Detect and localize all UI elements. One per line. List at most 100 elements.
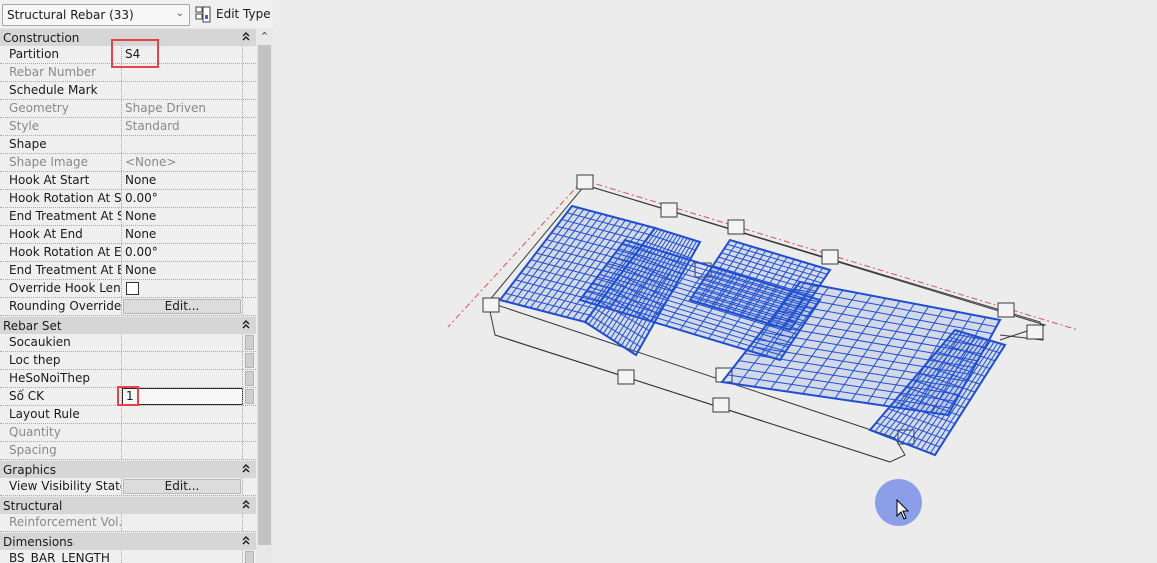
edit-type-button[interactable]: Edit Type bbox=[195, 3, 271, 25]
property-row[interactable]: Quantity bbox=[0, 424, 256, 442]
property-row[interactable]: Hook At Start None bbox=[0, 172, 256, 190]
property-row[interactable]: Override Hook Len... bbox=[0, 280, 256, 298]
property-row[interactable]: Spacing bbox=[0, 442, 256, 460]
associate-parameter-button[interactable] bbox=[245, 371, 254, 386]
property-row[interactable]: Rounding Overrides Edit... bbox=[0, 298, 256, 316]
property-name: Partition bbox=[0, 46, 122, 63]
property-value[interactable] bbox=[122, 352, 242, 369]
property-row[interactable]: Loc thep bbox=[0, 352, 256, 370]
rebar-3d-model[interactable] bbox=[274, 0, 1157, 563]
row-gutter bbox=[242, 82, 256, 99]
property-value: Shape Driven bbox=[122, 100, 242, 117]
edit-button[interactable]: Edit... bbox=[123, 299, 241, 314]
row-gutter bbox=[242, 442, 256, 459]
group-header-rebar-set[interactable]: Rebar Set bbox=[0, 316, 256, 334]
property-name: Hook Rotation At S... bbox=[0, 190, 122, 207]
property-value[interactable]: None bbox=[122, 208, 242, 225]
row-gutter bbox=[242, 424, 256, 441]
row-gutter bbox=[242, 388, 256, 405]
property-value[interactable]: 0.00° bbox=[122, 244, 242, 261]
property-row[interactable]: Shape Image <None> bbox=[0, 154, 256, 172]
column bbox=[617, 369, 635, 385]
property-value[interactable]: None bbox=[122, 226, 242, 243]
property-value[interactable]: 0.00° bbox=[122, 190, 242, 207]
column bbox=[1026, 324, 1044, 340]
property-value[interactable]: None bbox=[122, 172, 242, 189]
property-row[interactable]: Partition S4 bbox=[0, 39, 256, 68]
edit-button[interactable]: Edit... bbox=[123, 479, 241, 494]
property-value[interactable] bbox=[122, 550, 242, 563]
row-gutter bbox=[242, 244, 256, 261]
property-value[interactable] bbox=[122, 280, 242, 297]
group-header-dimensions[interactable]: Dimensions bbox=[0, 532, 256, 550]
property-name: Layout Rule bbox=[0, 406, 122, 423]
row-gutter bbox=[242, 334, 256, 351]
property-row[interactable]: Hook Rotation At E... 0.00° bbox=[0, 244, 256, 262]
chevron-down-icon: ⌄ bbox=[175, 8, 184, 19]
double-chevron-up-icon[interactable] bbox=[242, 462, 250, 476]
associate-parameter-button[interactable] bbox=[245, 551, 254, 563]
double-chevron-up-icon[interactable] bbox=[242, 498, 250, 512]
property-value[interactable]: 1 bbox=[117, 386, 243, 406]
double-chevron-up-icon[interactable] bbox=[242, 534, 250, 548]
property-row[interactable]: View Visibility States Edit... bbox=[0, 478, 256, 496]
property-row[interactable]: Hook At End None bbox=[0, 226, 256, 244]
double-chevron-up-icon[interactable] bbox=[242, 318, 250, 332]
property-row[interactable]: Geometry Shape Driven bbox=[0, 100, 256, 118]
property-value[interactable]: Edit... bbox=[122, 478, 242, 495]
property-name: Reinforcement Vol... bbox=[0, 514, 122, 531]
property-name: Hook At End bbox=[0, 226, 122, 243]
scroll-up-icon[interactable]: ⌃ bbox=[256, 28, 273, 45]
property-row[interactable]: End Treatment At E...None bbox=[0, 262, 256, 280]
row-gutter bbox=[242, 406, 256, 423]
property-row[interactable]: End Treatment At S...None bbox=[0, 208, 256, 226]
column bbox=[727, 219, 745, 235]
property-value[interactable] bbox=[122, 334, 242, 351]
property-value[interactable]: Edit... bbox=[122, 298, 242, 315]
property-row[interactable]: BS_BAR_LENGTH bbox=[0, 550, 256, 563]
type-selector-dropdown[interactable]: Structural Rebar (33) ⌄ bbox=[2, 4, 190, 26]
property-value[interactable]: S4 bbox=[111, 39, 242, 68]
property-row[interactable]: Reinforcement Vol... bbox=[0, 514, 256, 532]
property-value[interactable] bbox=[122, 82, 242, 99]
property-name: Hook Rotation At E... bbox=[0, 244, 122, 261]
property-row[interactable]: Schedule Mark bbox=[0, 82, 256, 100]
group-title: Rebar Set bbox=[3, 319, 62, 333]
property-row[interactable]: Hook Rotation At S... 0.00° bbox=[0, 190, 256, 208]
property-row[interactable]: Layout Rule bbox=[0, 406, 256, 424]
property-name: Rebar Number bbox=[0, 64, 122, 81]
properties-scrollbar[interactable]: ⌃ bbox=[256, 28, 273, 563]
double-chevron-up-icon[interactable] bbox=[242, 30, 250, 44]
property-value[interactable] bbox=[122, 370, 242, 387]
group-header-structural[interactable]: Structural bbox=[0, 496, 256, 514]
row-gutter bbox=[242, 154, 256, 171]
property-value: <None> bbox=[122, 154, 242, 171]
associate-parameter-button[interactable] bbox=[245, 335, 254, 350]
row-gutter bbox=[242, 478, 256, 495]
property-row[interactable]: Rebar Number bbox=[0, 64, 256, 82]
property-row[interactable]: Style Standard bbox=[0, 118, 256, 136]
property-row[interactable]: Số CK 1 bbox=[0, 386, 256, 406]
property-row[interactable]: Socaukien bbox=[0, 334, 256, 352]
3d-viewport[interactable] bbox=[274, 0, 1157, 563]
row-gutter bbox=[242, 64, 256, 81]
associate-parameter-button[interactable] bbox=[245, 353, 254, 368]
override-hook-checkbox[interactable] bbox=[126, 282, 139, 295]
row-gutter bbox=[242, 352, 256, 369]
value-text: Shape Driven bbox=[125, 101, 206, 115]
property-value[interactable]: None bbox=[122, 262, 242, 279]
property-name: Schedule Mark bbox=[0, 82, 122, 99]
row-gutter bbox=[242, 118, 256, 135]
property-name: Shape Image bbox=[0, 154, 122, 171]
value-text: None bbox=[125, 227, 157, 241]
property-row[interactable]: Shape bbox=[0, 136, 256, 154]
value-input[interactable]: 1 bbox=[122, 388, 243, 405]
property-value[interactable] bbox=[122, 406, 242, 423]
scrollbar-thumb[interactable] bbox=[258, 45, 271, 545]
associate-parameter-button[interactable] bbox=[245, 389, 254, 404]
property-value[interactable] bbox=[122, 136, 242, 153]
property-value bbox=[122, 514, 242, 531]
column bbox=[997, 302, 1015, 318]
property-name: View Visibility States bbox=[0, 478, 122, 495]
group-header-graphics[interactable]: Graphics bbox=[0, 460, 256, 478]
